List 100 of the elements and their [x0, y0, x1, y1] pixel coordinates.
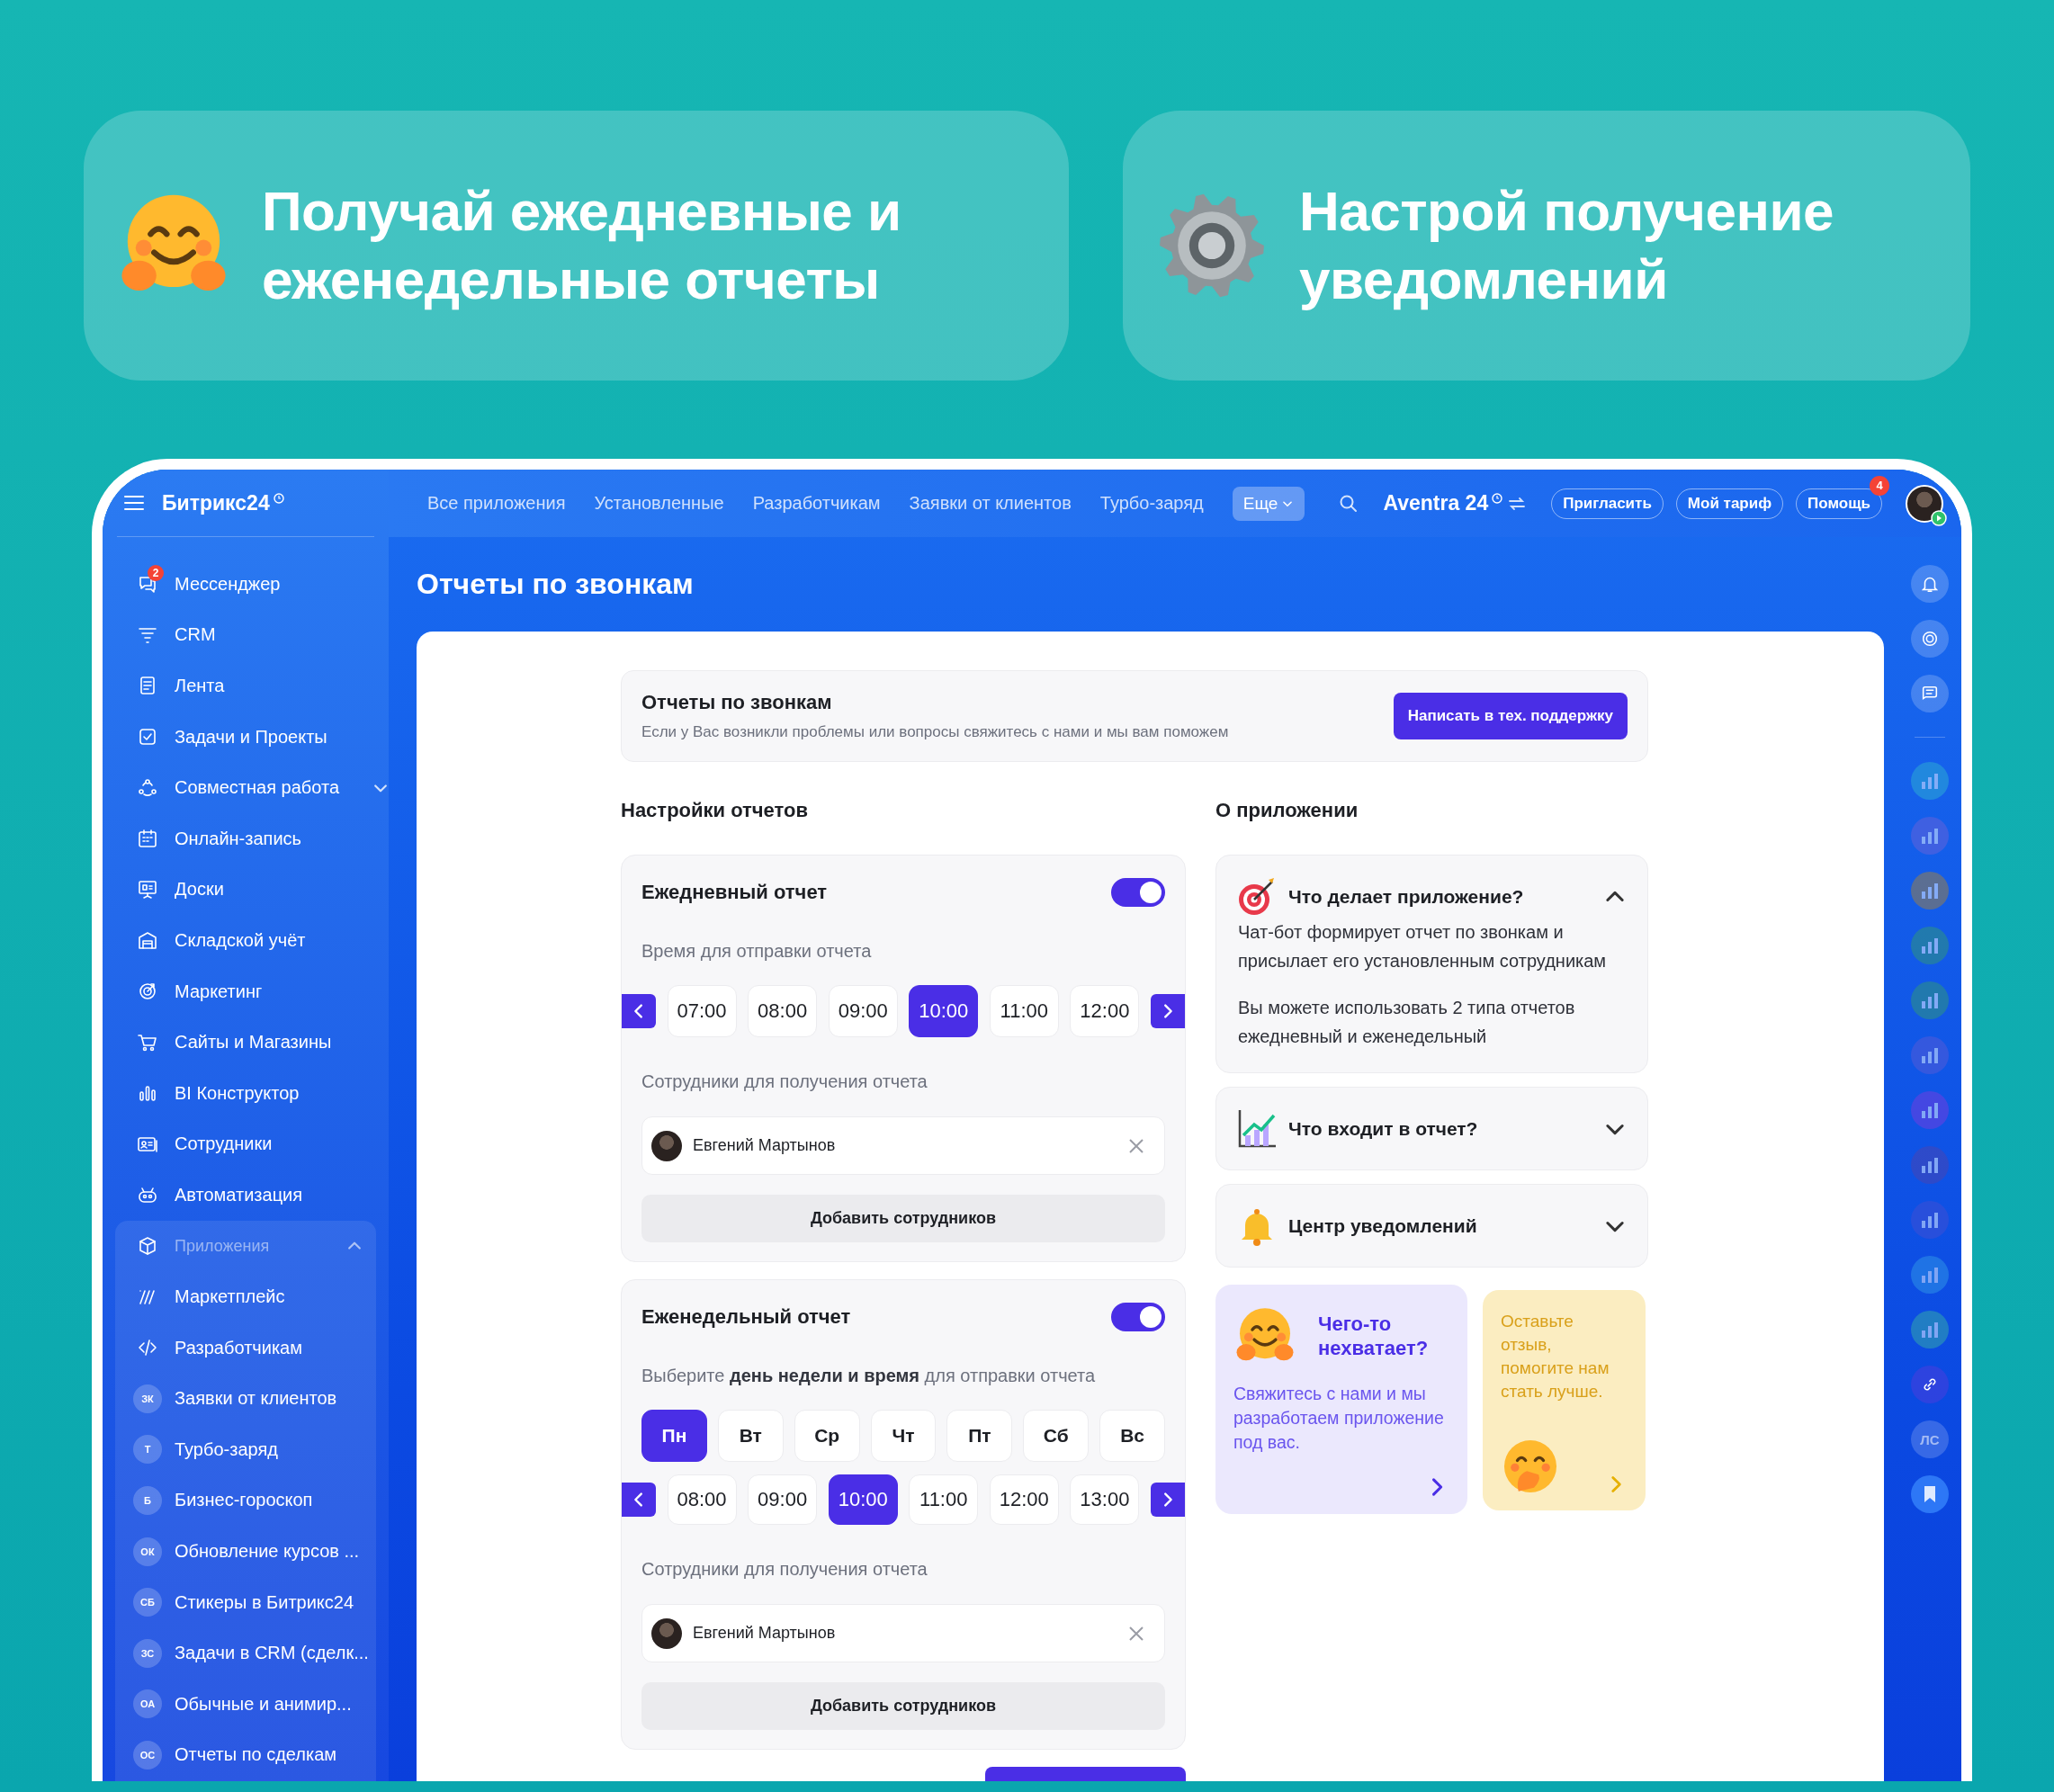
day-chip[interactable]: Сб — [1023, 1410, 1090, 1462]
app-icon[interactable] — [1911, 927, 1949, 964]
nav-link[interactable]: Заявки от клиентов — [909, 493, 1072, 514]
clock-icon — [273, 493, 284, 504]
initials-avatar: ОК — [133, 1537, 162, 1566]
time-chip[interactable]: 09:00 — [748, 1474, 818, 1525]
sidebar-item[interactable]: Доски — [175, 879, 224, 900]
sidebar-item[interactable]: Мессенджер — [175, 573, 281, 595]
sidebar-item[interactable]: Маркетинг — [175, 981, 263, 1002]
app-icon[interactable] — [1911, 1256, 1949, 1294]
sidebar-item[interactable]: Стикеры в Битрикс24 — [175, 1591, 354, 1613]
sidebar-item[interactable]: Автоматизация — [175, 1184, 303, 1205]
accordion-title[interactable]: Центр уведомлений — [1288, 1214, 1592, 1237]
time-chip[interactable]: 09:00 — [828, 985, 898, 1037]
sidebar-item[interactable]: Сотрудники — [175, 1133, 273, 1155]
employee-field[interactable]: Евгений Мартынов — [641, 1604, 1165, 1662]
time-chip[interactable]: 08:00 — [667, 1474, 737, 1525]
nav-link[interactable]: Все приложения — [427, 493, 566, 514]
section-title: О приложении — [1215, 799, 1359, 822]
sidebar-item[interactable]: Совместная работа — [175, 777, 339, 799]
sidebar-item[interactable]: Заявки от клиентов — [175, 1388, 337, 1410]
page-title: Отчеты по звонкам — [417, 567, 695, 602]
time-chip[interactable]: 11:00 — [909, 1474, 979, 1525]
day-chip[interactable]: Вт — [717, 1410, 784, 1462]
add-employees-button[interactable]: Добавить сотрудников — [641, 1195, 1165, 1242]
link-icon[interactable] — [1911, 1366, 1949, 1403]
app-icon[interactable] — [1911, 1311, 1949, 1348]
initials-avatar: ЗК — [133, 1384, 162, 1413]
field-label: Сотрудники для получения отчета — [641, 1071, 928, 1093]
initials-avatar: СБ — [133, 1588, 162, 1617]
time-chip[interactable]: 10:00 — [828, 1474, 898, 1525]
sidebar-item[interactable]: Маркетплейс — [175, 1286, 285, 1308]
day-chip[interactable]: Чт — [870, 1410, 937, 1462]
bell-icon[interactable] — [1911, 565, 1949, 603]
close-icon[interactable] — [1128, 1625, 1144, 1642]
next-button[interactable] — [1150, 1483, 1185, 1517]
accordion-title[interactable]: Что входит в отчет? — [1288, 1117, 1592, 1140]
logo[interactable]: Битрикс24 — [162, 490, 270, 515]
time-chip[interactable]: 11:00 — [989, 985, 1059, 1037]
time-chip[interactable]: 07:00 — [667, 985, 737, 1037]
avatar — [651, 1617, 682, 1649]
app-icon[interactable] — [1911, 981, 1949, 1019]
status-icon — [1931, 509, 1947, 526]
initials-avatar: ОС — [133, 1740, 162, 1770]
initials-avatar: ОА — [133, 1689, 162, 1719]
portal-name[interactable]: Aventra 24 — [1383, 491, 1489, 515]
initials-avatar: ЗС — [133, 1638, 162, 1668]
close-icon[interactable] — [1128, 1137, 1144, 1154]
sidebar-item[interactable]: Сайты и Магазины — [175, 1032, 332, 1053]
previous-button[interactable] — [622, 994, 656, 1028]
app-icon[interactable] — [1911, 1201, 1949, 1239]
sidebar-item[interactable]: Бизнес-гороскоп — [175, 1490, 313, 1511]
time-chip[interactable]: 10:00 — [909, 985, 979, 1037]
accordion-title[interactable]: Что делает приложение? — [1288, 885, 1592, 908]
time-chip[interactable]: 13:00 — [1070, 1474, 1140, 1525]
app-icon[interactable] — [1911, 1091, 1949, 1129]
nav-link[interactable]: Турбо-заряд — [1099, 493, 1204, 514]
nav-link[interactable]: Установленные — [594, 493, 724, 514]
toggle-switch[interactable] — [1111, 878, 1165, 907]
day-chip[interactable]: Пт — [946, 1410, 1013, 1462]
sidebar-item[interactable]: Онлайн-запись — [175, 828, 301, 849]
sidebar-item[interactable]: Отчеты по сделкам — [175, 1744, 337, 1766]
toggle-switch[interactable] — [1111, 1303, 1165, 1331]
chat-icon[interactable] — [1911, 675, 1949, 712]
sidebar-item[interactable]: Задачи в CRM (сделк... — [175, 1643, 369, 1664]
app-icon[interactable] — [1911, 817, 1949, 855]
sidebar-item[interactable]: Обновление курсов ... — [175, 1541, 360, 1563]
day-chip[interactable]: Ср — [794, 1410, 860, 1462]
sidebar-item[interactable]: Турбо-заряд — [175, 1438, 278, 1460]
app-icon[interactable] — [1911, 1036, 1949, 1074]
sidebar-item[interactable]: BI Конструктор — [175, 1082, 300, 1104]
sidebar-item[interactable]: Складской учёт — [175, 929, 306, 951]
previous-button[interactable] — [622, 1483, 656, 1517]
app-icon[interactable] — [1911, 1146, 1949, 1184]
card-subtitle: Если у Вас возникли проблемы или вопросы свяжитесь с нами и мы вам поможем — [641, 723, 1230, 741]
time-chip[interactable]: 12:00 — [989, 1474, 1059, 1525]
sidebar-item[interactable]: Разработчикам — [175, 1337, 302, 1358]
day-chip[interactable]: Пн — [641, 1410, 707, 1462]
app-icon[interactable] — [1911, 872, 1949, 909]
card-title: Отчеты по звонкам — [641, 691, 833, 714]
day-chip[interactable]: Вс — [1099, 1410, 1165, 1462]
app-icon[interactable] — [1911, 762, 1949, 800]
more-button[interactable]: Еще — [1232, 486, 1305, 521]
avatar — [651, 1130, 682, 1161]
menu-icon[interactable] — [124, 495, 144, 511]
employee-field[interactable]: Евгений Мартынов — [641, 1116, 1165, 1175]
sidebar-item[interactable]: Обычные и анимир... — [175, 1693, 352, 1715]
time-chip[interactable]: 08:00 — [748, 985, 818, 1037]
banner-title: Настрой получение уведомлений — [1299, 179, 1835, 312]
add-employees-button[interactable]: Добавить сотрудников — [641, 1682, 1165, 1730]
next-button[interactable] — [1150, 994, 1185, 1028]
sidebar-item[interactable]: Лента — [175, 676, 225, 696]
target-icon[interactable] — [1911, 620, 1949, 658]
time-chip[interactable]: 12:00 — [1070, 985, 1140, 1037]
nav-link[interactable]: Разработчикам — [752, 493, 881, 514]
bookmark-icon[interactable] — [1911, 1475, 1949, 1513]
support-button[interactable]: Написать в тех. поддержку — [1393, 693, 1628, 739]
sidebar-item[interactable]: CRM — [175, 624, 216, 646]
sidebar-item[interactable]: Задачи и Проекты — [175, 726, 327, 748]
swap-icon[interactable] — [1508, 496, 1527, 511]
